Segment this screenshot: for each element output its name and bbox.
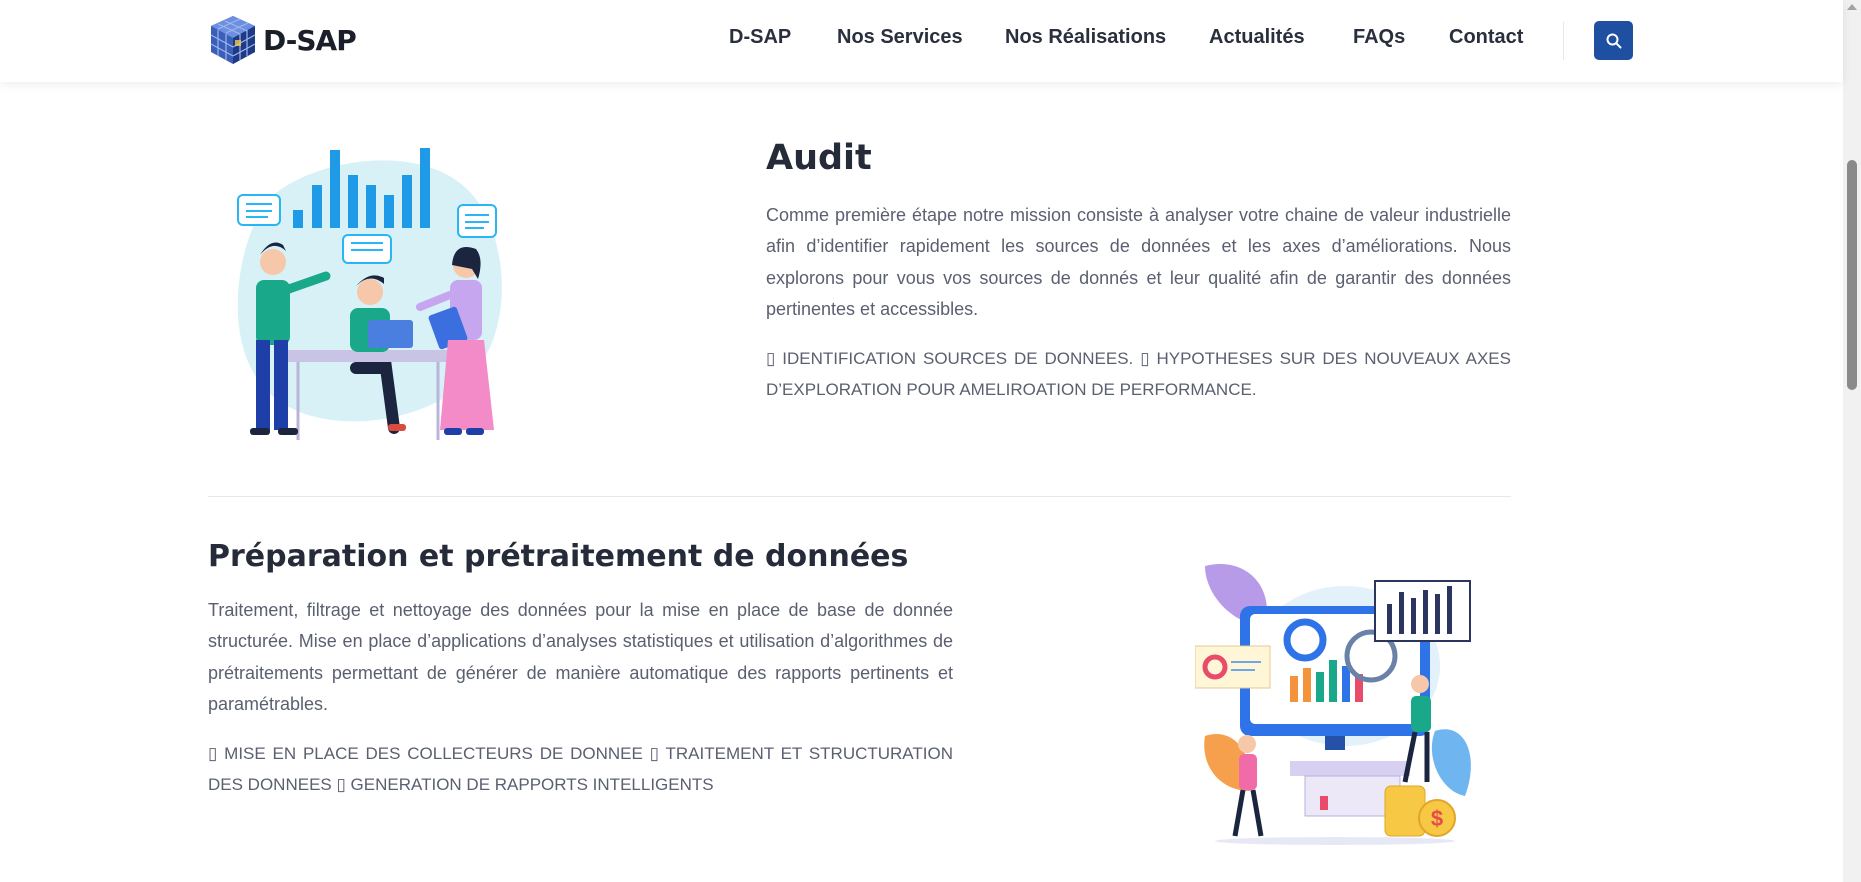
search-button[interactable]	[1594, 21, 1633, 60]
nav-d-sap[interactable]: D-SAP	[729, 26, 791, 49]
svg-text:$: $	[1431, 806, 1443, 831]
section-paragraph-audit: Comme première étape notre mission consi…	[766, 205, 1511, 319]
nav-contact[interactable]: Contact	[1449, 26, 1523, 49]
nav-divider	[1563, 22, 1564, 60]
section-divider	[208, 496, 1511, 497]
logo[interactable]: D-SAP	[209, 13, 357, 67]
section-paragraph-preparation: Traitement, filtrage et nettoyage des do…	[208, 600, 953, 714]
logo-text: D-SAP	[263, 23, 357, 57]
nav-nos-realisations[interactable]: Nos Réalisations	[1005, 26, 1166, 49]
section-list-audit: ▯ IDENTIFICATION SOURCES DE DONNEES. ▯ H…	[766, 349, 1511, 399]
site-header: D-SAP D-SAP Nos Services Nos Réalisation…	[0, 0, 1843, 82]
page-scrollbar[interactable]	[1843, 0, 1861, 882]
nav-actualites[interactable]: Actualités	[1209, 26, 1305, 49]
scrollbar-thumb[interactable]	[1847, 160, 1857, 390]
section-list-preparation: ▯ MISE EN PLACE DES COLLECTEURS DE DONNE…	[208, 744, 953, 794]
scroll-up-arrow-icon[interactable]	[1847, 4, 1857, 10]
section-title-preparation: Préparation et prétraitement de données	[208, 539, 909, 574]
search-icon	[1606, 33, 1621, 48]
logo-cube-icon	[210, 16, 256, 64]
audit-illustration	[228, 140, 528, 445]
nav-faqs[interactable]: FAQs	[1353, 26, 1405, 49]
section-title-audit: Audit	[766, 138, 872, 178]
preparation-illustration: $	[1194, 556, 1475, 846]
nav-nos-services[interactable]: Nos Services	[837, 26, 963, 49]
